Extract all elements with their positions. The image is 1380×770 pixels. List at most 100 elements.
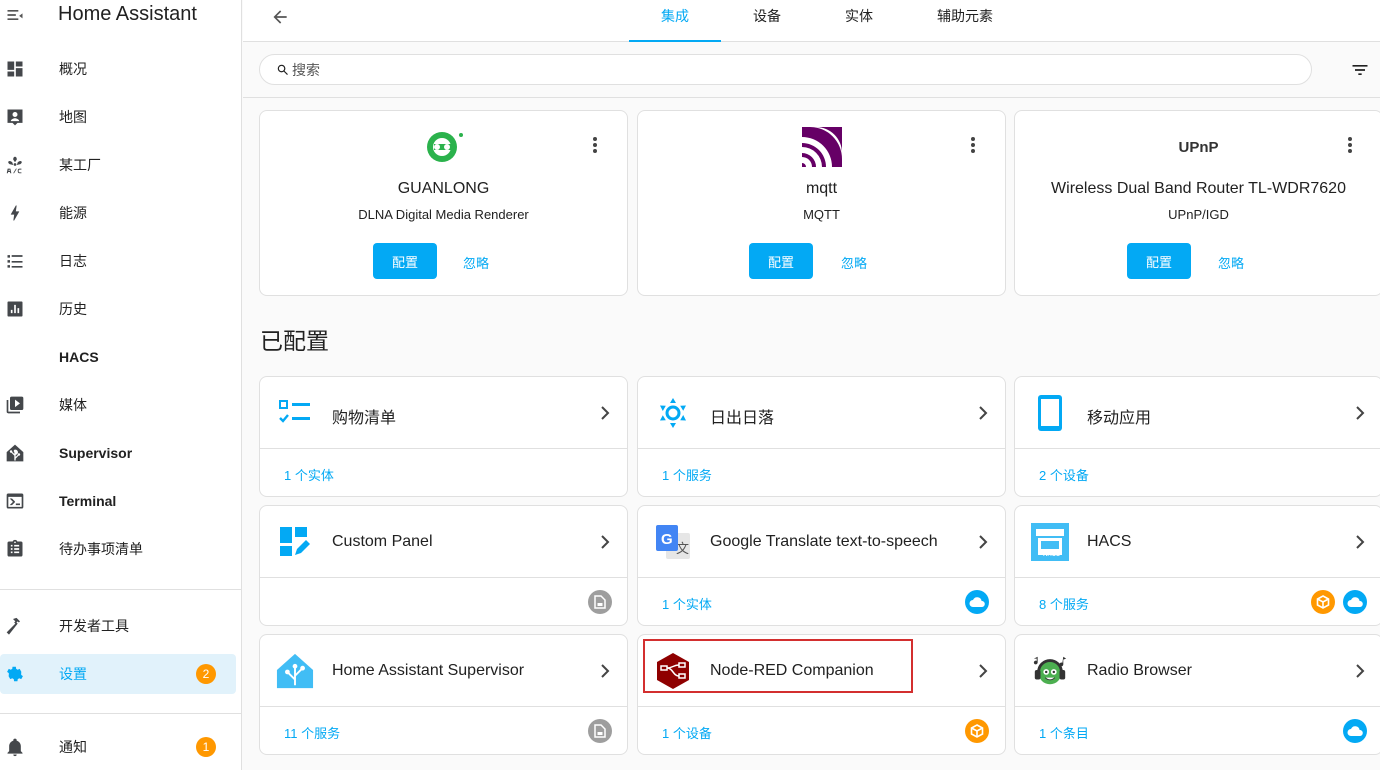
more-vert-icon[interactable]: [1340, 135, 1360, 155]
menu-collapse-icon[interactable]: [0, 0, 30, 29]
sidebar-item-media[interactable]: 媒体: [0, 385, 236, 425]
integration-summary-link[interactable]: 1 个实体: [284, 465, 334, 484]
sidebar-item-hacs[interactable]: HACS: [0, 337, 236, 377]
integration-summary-link[interactable]: 8 个服务: [1039, 594, 1089, 613]
app-title: Home Assistant: [58, 3, 197, 25]
bell-icon: [0, 727, 30, 767]
sidebar-item-dev-tools[interactable]: 开发者工具: [0, 606, 236, 646]
configure-button[interactable]: 配置: [749, 243, 813, 279]
cloud-badge-icon: [1343, 719, 1367, 743]
custom-panel-icon: [276, 523, 314, 561]
back-arrow-icon[interactable]: [267, 4, 293, 30]
sidebar-item-terminal[interactable]: Terminal: [0, 481, 236, 521]
content-divider: [243, 97, 1380, 98]
sidebar-item-logbook[interactable]: 日志: [0, 241, 236, 281]
discovered-subtitle: MQTT: [803, 207, 840, 222]
integration-summary-link[interactable]: 1 个服务: [662, 465, 712, 484]
integration-title: Home Assistant Supervisor: [332, 662, 525, 679]
integration-card-custom-panel[interactable]: Custom Panel: [259, 505, 628, 626]
sidebar-item-overview[interactable]: 概况: [0, 49, 236, 89]
sidebar: Home Assistant 概况 地图 某工厂 能源 日志 历史 HACS 媒…: [0, 0, 242, 770]
integration-summary-link[interactable]: 11 个服务: [284, 723, 340, 742]
integration-title: Radio Browser: [1087, 662, 1192, 679]
ignore-button[interactable]: 忽略: [1218, 253, 1244, 272]
tab-entities[interactable]: 实体: [813, 0, 905, 42]
sidebar-item-history[interactable]: 历史: [0, 289, 236, 329]
chevron-right-icon: [975, 662, 991, 680]
integration-title: 移动应用: [1087, 410, 1152, 427]
integration-card-sun[interactable]: 日出日落 1 个服务: [637, 376, 1006, 497]
google-translate-icon: 文G: [654, 523, 692, 561]
chevron-right-icon: [597, 404, 613, 422]
tab-helpers[interactable]: 辅助元素: [905, 0, 1025, 42]
sidebar-item-factory[interactable]: 某工厂: [0, 145, 236, 185]
integration-summary-link[interactable]: 1 个条目: [1039, 723, 1089, 742]
sidebar-header: Home Assistant: [0, 0, 241, 29]
sidebar-item-energy[interactable]: 能源: [0, 193, 236, 233]
discovered-name: Wireless Dual Band Router TL-WDR7620: [1051, 180, 1346, 197]
sidebar-item-settings[interactable]: 设置 2: [0, 654, 236, 694]
filter-icon[interactable]: [1348, 60, 1372, 80]
upnp-logo: UPnP: [1178, 138, 1219, 156]
sidebar-item-supervisor[interactable]: Supervisor: [0, 433, 236, 473]
shopping-list-icon: [276, 394, 314, 432]
ignore-button[interactable]: 忽略: [841, 253, 867, 272]
custom-integration-badge-icon: [1311, 590, 1335, 614]
local-file-badge-icon: [588, 719, 612, 743]
chevron-right-icon: [1352, 533, 1368, 551]
sidebar-item-label: 能源: [59, 205, 87, 221]
dlna-logo: [260, 127, 627, 167]
search-input[interactable]: [292, 61, 1192, 78]
integration-card-hacs[interactable]: HACS HACS 8 个服务: [1014, 505, 1380, 626]
radio-browser-icon: [1031, 652, 1069, 690]
console-icon: [0, 481, 30, 521]
ignore-button[interactable]: 忽略: [463, 253, 489, 272]
integration-card-shopping-list[interactable]: 购物清单 1 个实体: [259, 376, 628, 497]
sidebar-item-label: Supervisor: [59, 445, 133, 461]
discovered-name: GUANLONG: [397, 180, 490, 197]
integration-summary-link[interactable]: 1 个设备: [662, 723, 712, 742]
integration-card-radio-browser[interactable]: Radio Browser 1 个条目: [1014, 634, 1380, 755]
integration-card-google-translate[interactable]: 文G Google Translate text-to-speech 1 个实体: [637, 505, 1006, 626]
sidebar-item-label: 媒体: [59, 397, 87, 413]
highlight-box: [643, 639, 913, 693]
svg-text:G: G: [661, 531, 673, 548]
sidebar-item-notifications[interactable]: 通知 1: [0, 727, 236, 767]
sidebar-divider: [0, 713, 242, 714]
tab-integrations[interactable]: 集成: [629, 0, 721, 42]
more-vert-icon[interactable]: [585, 135, 605, 155]
integration-card-mobile-app[interactable]: 移动应用 2 个设备: [1014, 376, 1380, 497]
search-box: [259, 54, 1312, 85]
integration-card-supervisor[interactable]: Home Assistant Supervisor 11 个服务: [259, 634, 628, 755]
home-assistant-icon: [276, 652, 314, 690]
cog-icon: [0, 654, 30, 694]
integration-title: Custom Panel: [332, 533, 433, 550]
configure-button[interactable]: 配置: [1127, 243, 1191, 279]
chevron-right-icon: [1352, 662, 1368, 680]
settings-badge: 2: [196, 664, 216, 684]
more-vert-icon[interactable]: [963, 135, 983, 155]
chevron-right-icon: [975, 533, 991, 551]
chevron-right-icon: [597, 533, 613, 551]
lightning-bolt-icon: [0, 193, 30, 233]
cellphone-icon: [1031, 394, 1069, 432]
sidebar-divider: [0, 589, 242, 590]
cloud-badge-icon: [965, 590, 989, 614]
format-list-bulleted-icon: [0, 241, 30, 281]
sidebar-item-label: 地图: [59, 109, 87, 125]
integration-title: 日出日落: [710, 410, 775, 427]
discovered-card-mqtt: mqtt MQTT 配置 忽略: [637, 110, 1006, 296]
discovered-name: mqtt: [805, 180, 838, 197]
sidebar-item-label: 待办事项清单: [59, 541, 143, 557]
integration-summary-link[interactable]: 2 个设备: [1039, 465, 1089, 484]
sidebar-item-label: 某工厂: [59, 157, 101, 173]
sidebar-item-label: Terminal: [59, 493, 117, 509]
play-box-multiple-icon: [0, 385, 30, 425]
sidebar-item-map[interactable]: 地图: [0, 97, 236, 137]
clipboard-list-icon: [0, 529, 30, 569]
discovered-card-dlna: GUANLONG DLNA Digital Media Renderer 配置 …: [259, 110, 628, 296]
configure-button[interactable]: 配置: [373, 243, 437, 279]
sidebar-item-todo[interactable]: 待办事项清单: [0, 529, 236, 569]
integration-summary-link[interactable]: 1 个实体: [662, 594, 712, 613]
tab-devices[interactable]: 设备: [721, 0, 813, 42]
